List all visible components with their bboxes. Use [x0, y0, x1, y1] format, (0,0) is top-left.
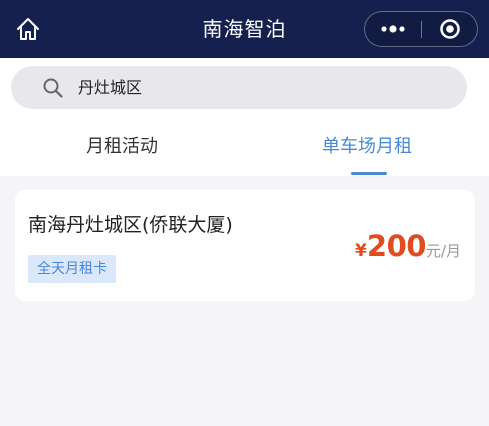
price-unit: 元/月 [425, 242, 461, 260]
tab-bar: 月租活动 单车场月租 [0, 118, 489, 176]
search-value: 丹灶城区 [78, 78, 143, 97]
search-icon [43, 78, 63, 98]
title-bar: 南海智泊 [0, 0, 489, 58]
card-type-badge: 全天月租卡 [28, 255, 116, 283]
more-button[interactable] [365, 12, 421, 46]
app-root: 南海智泊 丹灶城区 月租活动 单车场月租 南海丹灶城区(侨联大厦) 全天月租卡 … [0, 0, 489, 426]
more-dots-icon [381, 25, 405, 33]
target-close-icon [440, 19, 460, 39]
tab-monthly-activity[interactable]: 月租活动 [0, 118, 244, 176]
price-amount: 200 [366, 229, 427, 263]
lot-card[interactable]: 南海丹灶城区(侨联大厦) 全天月租卡 ¥200元/月 [15, 190, 475, 301]
miniprogram-capsule [364, 11, 478, 47]
close-button[interactable] [422, 12, 478, 46]
lot-name: 南海丹灶城区(侨联大厦) [28, 214, 233, 236]
tab-single-lot-monthly[interactable]: 单车场月租 [245, 118, 489, 176]
active-tab-indicator [351, 172, 387, 175]
price-currency: ¥ [355, 241, 367, 261]
search-area: 丹灶城区 [0, 58, 489, 118]
price: ¥200元/月 [355, 230, 461, 267]
search-input[interactable]: 丹灶城区 [11, 66, 467, 109]
